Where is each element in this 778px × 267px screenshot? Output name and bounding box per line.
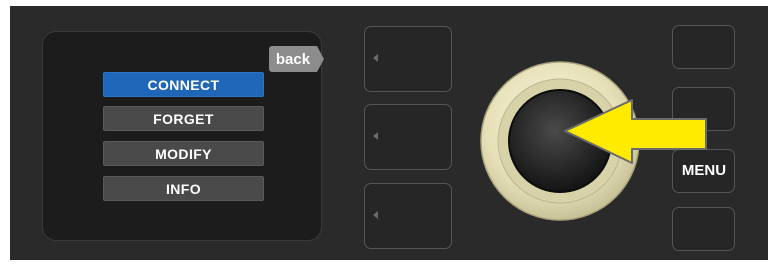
- amp-control-panel-illustration: CONNECT FORGET MODIFY INFO back MENU: [0, 0, 778, 267]
